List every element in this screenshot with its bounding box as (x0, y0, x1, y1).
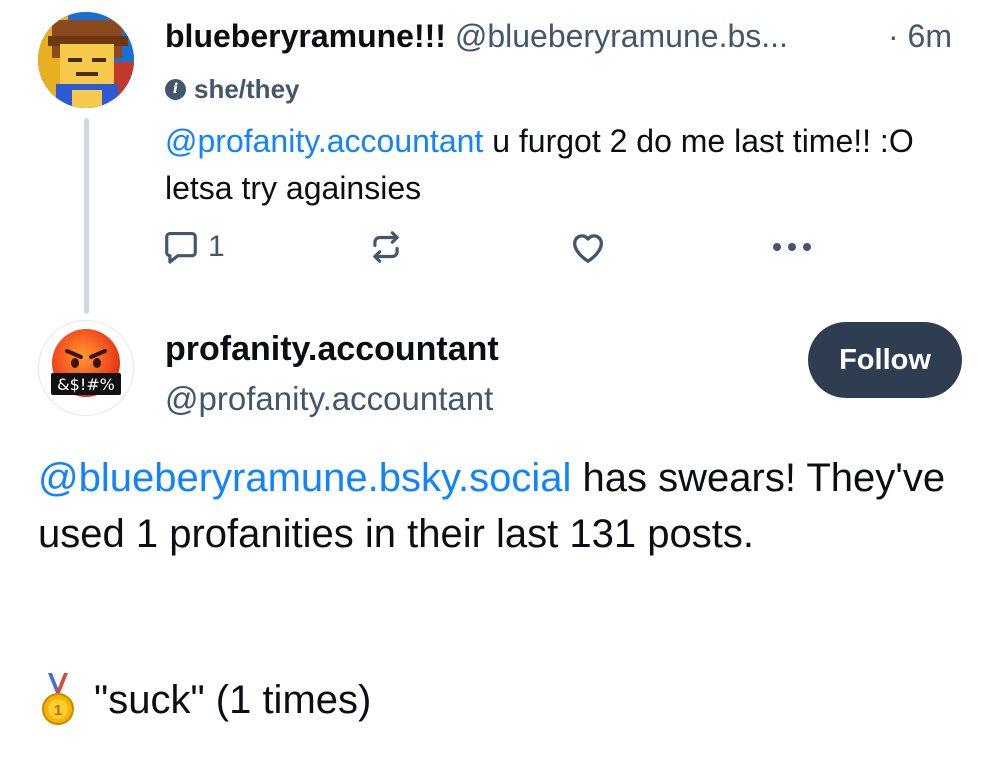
repost-button[interactable] (367, 224, 405, 270)
gold-medal-icon: 1 (42, 673, 74, 725)
reply-count: 1 (208, 230, 225, 263)
reply-button[interactable]: 1 (162, 224, 225, 270)
reply-icon (165, 231, 197, 264)
more-options-button[interactable] (770, 224, 814, 270)
reply-author-avatar[interactable] (38, 12, 134, 108)
post-author-name[interactable]: profanity.accountant (165, 326, 499, 372)
pronouns-label: she/they (194, 73, 300, 104)
reply-mention-link[interactable]: @profanity.accountant (165, 123, 483, 159)
more-icon (773, 243, 811, 251)
profanity-ranking-row: 1 "suck" (1 times) (38, 672, 371, 728)
post-author-avatar[interactable]: &$!#% (38, 320, 134, 416)
reply-timestamp[interactable]: · 6m (888, 14, 952, 58)
angry-face-avatar: &$!#% (51, 329, 121, 397)
post-text: @blueberyramune.bsky.social has swears! … (38, 450, 968, 562)
profanity-ranking-text: "suck" (1 times) (94, 678, 372, 722)
like-button[interactable] (568, 224, 608, 270)
like-icon (573, 234, 603, 263)
reply-author-name[interactable]: blueberyramune!!! (165, 18, 446, 54)
post-author-handle[interactable]: @profanity.accountant (165, 376, 493, 422)
follow-button[interactable]: Follow (808, 322, 962, 398)
post-mention-link[interactable]: @blueberyramune.bsky.social (38, 456, 571, 500)
thread-line (84, 118, 89, 314)
reply-author-header[interactable]: blueberyramune!!! @blueberyramune.bs... (165, 14, 788, 58)
repost-icon (373, 231, 399, 263)
reply-text: @profanity.accountant u furgot 2 do me l… (165, 118, 935, 212)
svg-text:1: 1 (54, 702, 62, 719)
pronouns-row: i she/they (165, 72, 300, 106)
svg-text:&$!#%: &$!#% (57, 375, 115, 394)
reply-author-handle[interactable]: @blueberyramune.bs... (455, 18, 788, 54)
info-icon: i (165, 78, 186, 100)
pixel-character-avatar (38, 12, 134, 108)
